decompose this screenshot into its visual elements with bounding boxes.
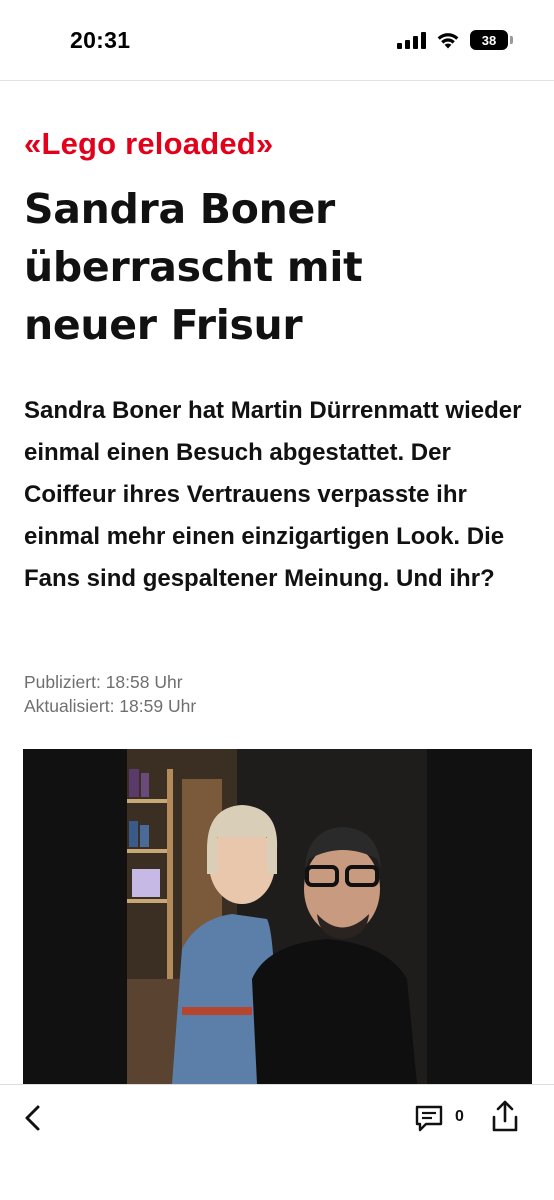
hero-photo — [127, 749, 427, 1084]
status-time: 20:31 — [70, 27, 131, 53]
comments-button[interactable] — [414, 1103, 444, 1133]
status-bar: 20:31 38 — [0, 0, 554, 80]
article-headline: Sandra Boner überrascht mit neuer Frisur — [24, 180, 524, 354]
headline-line: überrascht mit — [24, 243, 363, 291]
status-icons: 38 — [397, 30, 513, 50]
signal-icon — [397, 31, 426, 49]
comment-icon — [415, 1105, 443, 1132]
battery-level: 38 — [481, 32, 497, 48]
share-button[interactable] — [490, 1099, 520, 1133]
headline-line: neuer Frisur — [24, 301, 303, 349]
wifi-icon — [437, 33, 459, 49]
battery-icon: 38 — [470, 30, 513, 50]
header-divider — [0, 80, 554, 81]
comment-count: 0 — [455, 1108, 464, 1125]
article-hero-image[interactable] — [23, 749, 532, 1084]
photo-illustration — [127, 749, 427, 1084]
bottom-toolbar: 0 — [0, 1085, 554, 1200]
back-button[interactable] — [18, 1101, 48, 1135]
updated-time: Aktualisiert: 18:59 Uhr — [24, 696, 197, 716]
share-icon — [492, 1100, 518, 1132]
back-icon — [25, 1105, 40, 1131]
headline-line: Sandra Boner — [24, 185, 335, 233]
article-lead: Sandra Boner hat Martin Dürrenmatt wiede… — [24, 397, 522, 592]
published-time: Publiziert: 18:58 Uhr — [24, 672, 183, 692]
article-meta: Publiziert: 18:58 Uhr Aktualisiert: 18:5… — [24, 670, 196, 718]
article-kicker: «Lego reloaded» — [24, 126, 274, 161]
